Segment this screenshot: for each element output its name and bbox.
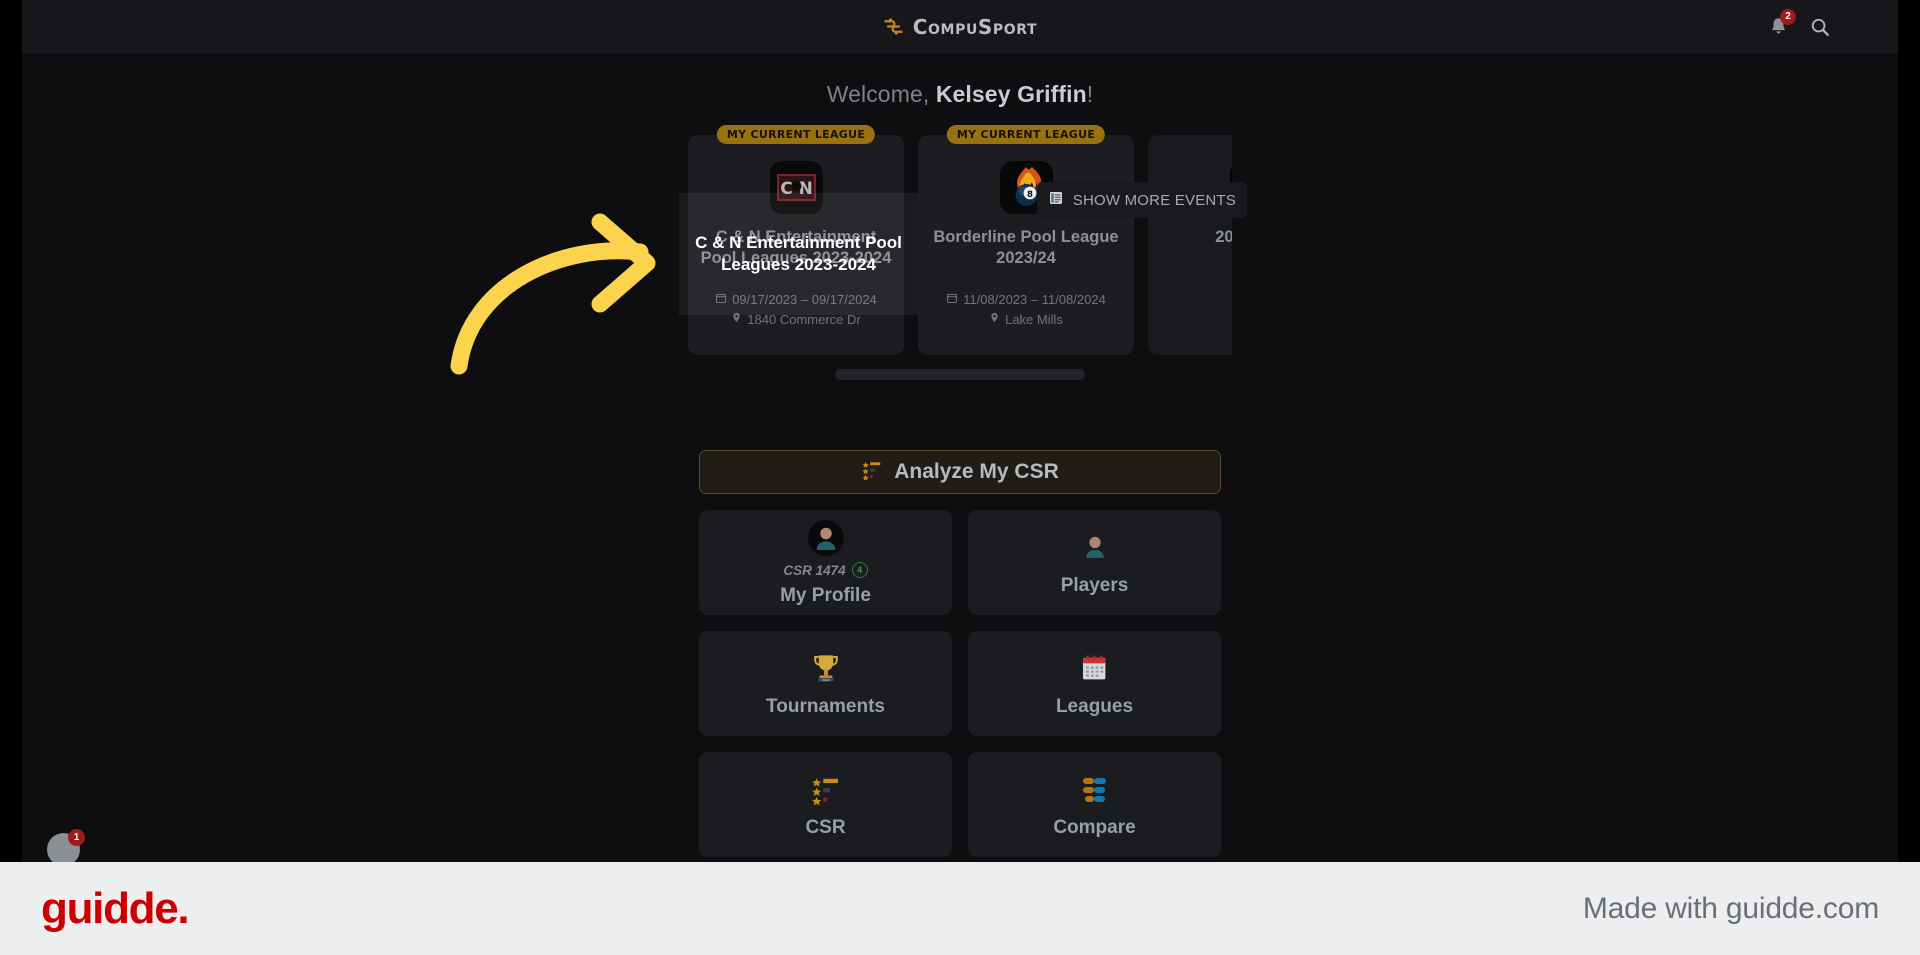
show-more-events-label: SHOW MORE EVENTS — [1072, 191, 1236, 209]
svg-text:8: 8 — [1027, 190, 1033, 200]
feature-tiles-grid: CSR 1474 4 My Profile Players Tournament… — [699, 510, 1221, 857]
brand-name: CompuSport — [912, 14, 1038, 39]
analyze-my-csr-label: Analyze My CSR — [894, 460, 1059, 483]
event-title: 2023 Singl — [1215, 228, 1232, 246]
guidde-logo: guidde. — [41, 883, 190, 933]
trophy-icon — [810, 649, 842, 689]
map-pin-icon — [731, 310, 742, 330]
carousel-scroll-thumb[interactable] — [835, 369, 1085, 380]
tile-my-profile-csr: CSR 1474 4 — [783, 562, 868, 578]
welcome-suffix: ! — [1086, 81, 1094, 107]
event-location: 1840 Commerce Dr — [747, 311, 861, 327]
right-gutter — [1898, 0, 1920, 955]
app-root: CompuSport 2 Welcome, Kelsey Griffin! MY… — [0, 0, 1920, 955]
event-meta: 04/13 Mayo E — [1158, 271, 1232, 330]
csr-value: CSR 1474 — [783, 562, 846, 578]
tile-compare-label: Compare — [1053, 817, 1136, 838]
page-body: Welcome, Kelsey Griffin! MY CURRENT LEAG… — [22, 53, 1898, 955]
compare-bars-icon — [1079, 770, 1111, 810]
tile-tournaments[interactable]: Tournaments — [699, 631, 952, 736]
list-icon — [1048, 190, 1064, 210]
event-badge: MY CURRENT LEAGUE — [716, 125, 876, 144]
event-location: Lake Mills — [1005, 311, 1063, 327]
calendar-icon — [715, 290, 727, 310]
event-dates: 09/17/2023 – 09/17/2024 — [732, 292, 877, 307]
calendar-icon — [946, 290, 958, 310]
search-button[interactable] — [1809, 16, 1831, 38]
welcome-prefix: Welcome, — [826, 81, 936, 107]
brand-logo[interactable]: CompuSport — [883, 15, 1037, 39]
event-card[interactable]: PAS 2023 Singl 04/13 — [1148, 135, 1232, 355]
analyze-my-csr-button[interactable]: Analyze My CSR — [699, 450, 1221, 494]
top-bar: CompuSport 2 — [22, 0, 1898, 53]
tile-players-label: Players — [1060, 575, 1129, 596]
tile-players[interactable]: Players — [968, 510, 1221, 615]
carousel-scrollbar[interactable] — [835, 369, 1085, 380]
events-carousel[interactable]: MY CURRENT LEAGUE C N C & N Entertainmen… — [688, 125, 1232, 355]
event-title: C & N Entertainment Pool Leagues 2023-20… — [700, 228, 892, 267]
tile-csr[interactable]: CSR — [699, 752, 952, 857]
calendar-icon — [1079, 649, 1111, 689]
show-more-events-button[interactable]: SHOW MORE EVENTS — [1036, 182, 1247, 218]
guidde-footer: guidde. Made with guidde.com — [0, 862, 1920, 955]
calendar-icon — [1231, 271, 1232, 291]
event-title: Borderline Pool League 2023/24 — [933, 228, 1119, 267]
event-dates: 11/08/2023 – 11/08/2024 — [963, 292, 1106, 307]
top-bar-actions: 2 — [1768, 0, 1831, 53]
tile-csr-label: CSR — [805, 817, 846, 838]
csr-level-badge: 4 — [851, 562, 868, 578]
profile-avatar-icon — [807, 518, 844, 558]
event-card[interactable]: MY CURRENT LEAGUE 8 Borderline Pool Leag… — [918, 125, 1134, 355]
tile-my-profile[interactable]: CSR 1474 4 My Profile — [699, 510, 952, 615]
notification-count-badge: 2 — [1780, 9, 1796, 25]
search-icon — [1811, 18, 1829, 36]
made-with-guidde-text: Made with guidde.com — [1582, 891, 1879, 925]
tile-tournaments-label: Tournaments — [766, 696, 885, 717]
players-icon — [1078, 528, 1112, 568]
event-badge: MY CURRENT LEAGUE — [946, 125, 1106, 144]
tile-compare[interactable]: Compare — [968, 752, 1221, 857]
csr-stars-icon — [861, 459, 883, 486]
events-carousel-wrapper: MY CURRENT LEAGUE C N C & N Entertainmen… — [688, 125, 1247, 380]
tile-leagues-label: Leagues — [1055, 696, 1134, 717]
map-pin-icon — [989, 310, 1000, 330]
cn-entertainment-logo-icon: C N — [769, 161, 823, 214]
event-meta: 09/17/2023 – 09/17/2024 1840 Commerce Dr — [698, 290, 894, 329]
notifications-button[interactable]: 2 — [1768, 9, 1796, 38]
compusport-logo-icon — [883, 16, 904, 37]
left-gutter — [0, 0, 22, 955]
event-card[interactable]: MY CURRENT LEAGUE C N C & N Entertainmen… — [688, 125, 904, 355]
welcome-message: Welcome, Kelsey Griffin! — [22, 81, 1898, 108]
peek-avatar-badge: 1 — [68, 829, 85, 846]
welcome-user-name: Kelsey Griffin — [935, 81, 1087, 107]
csr-stars-icon — [810, 770, 842, 810]
event-meta: 11/08/2023 – 11/08/2024 Lake Mills — [928, 290, 1124, 329]
tile-my-profile-label: My Profile — [780, 585, 871, 606]
tile-leagues[interactable]: Leagues — [968, 631, 1221, 736]
